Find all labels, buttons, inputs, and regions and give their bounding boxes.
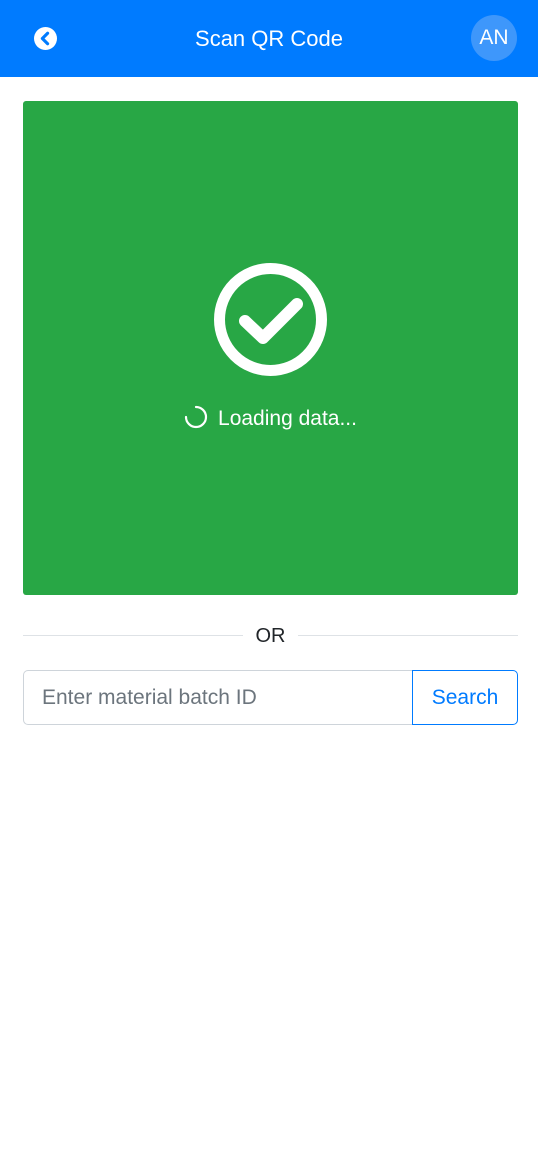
- app-header: Scan QR Code AN: [0, 0, 538, 77]
- loading-text: Loading data...: [218, 407, 357, 430]
- user-avatar[interactable]: AN: [471, 15, 517, 61]
- or-divider: OR: [23, 622, 518, 650]
- spinner-icon: [184, 405, 208, 429]
- or-label: OR: [255, 625, 286, 647]
- divider-line-right: [298, 635, 518, 636]
- check-circle-icon: [214, 263, 327, 376]
- batch-search-group: Search: [23, 670, 518, 725]
- search-button[interactable]: Search: [412, 670, 518, 725]
- page-title: Scan QR Code: [195, 26, 343, 51]
- divider-line-left: [23, 635, 243, 636]
- batch-id-input[interactable]: [23, 670, 412, 725]
- qr-scanner-panel: Loading data...: [23, 101, 518, 595]
- loading-status: Loading data...: [23, 405, 518, 433]
